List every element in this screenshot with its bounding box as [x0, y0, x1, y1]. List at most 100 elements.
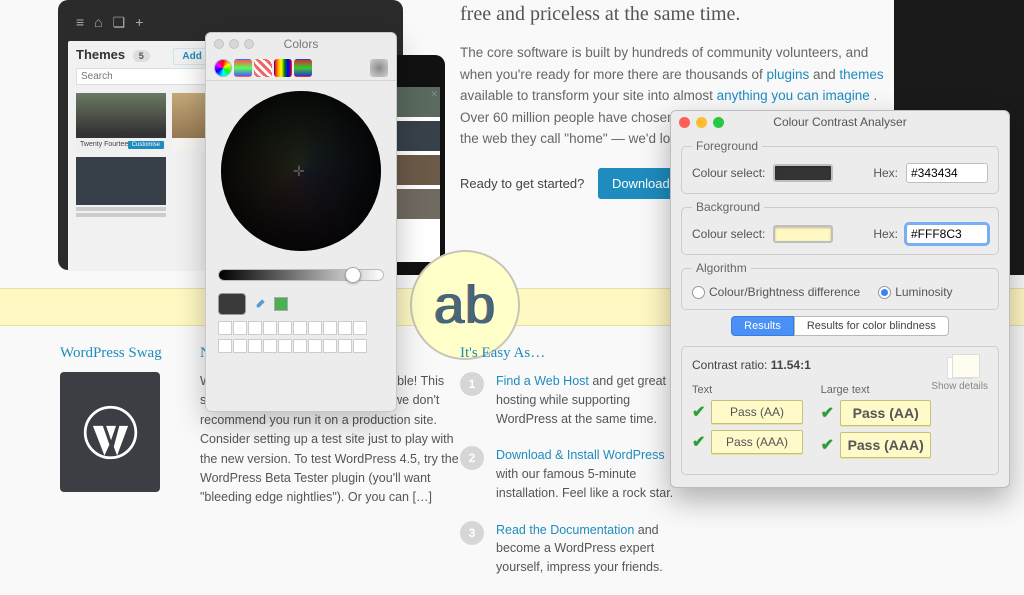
saved-swatch[interactable]	[274, 297, 288, 311]
swatch-slot[interactable]	[323, 339, 337, 353]
large-text-heading: Large text	[821, 384, 932, 396]
swag-column: WordPress Swag	[60, 345, 170, 508]
step-badge: 1	[460, 372, 484, 396]
swatch-slot[interactable]	[293, 339, 307, 353]
swatch-slot[interactable]	[248, 339, 262, 353]
swatch-slot[interactable]	[323, 321, 337, 335]
crosshair-icon[interactable]: ✛	[293, 163, 309, 179]
pass-aaa-large-badge: Pass (AAA)	[840, 432, 931, 458]
swatch-slot[interactable]	[308, 339, 322, 353]
window-close-icon[interactable]	[679, 117, 690, 128]
algorithm-group: Algorithm Colour/Brightness difference L…	[681, 261, 999, 310]
swatch-slot[interactable]	[248, 321, 262, 335]
fg-select-label: Colour select:	[692, 166, 765, 180]
palettes-tab-icon[interactable]	[254, 59, 272, 77]
window-dot[interactable]	[229, 39, 239, 49]
macos-color-picker[interactable]: Colors ✛	[205, 32, 397, 412]
bg-select-label: Colour select:	[692, 227, 765, 241]
picker-title: Colors	[284, 37, 319, 51]
check-icon: ✔	[821, 435, 834, 455]
pages-icon	[947, 357, 973, 379]
swatch-slot[interactable]	[338, 321, 352, 335]
picker-settings-icon[interactable]	[370, 59, 388, 77]
window-zoom-icon[interactable]	[713, 117, 724, 128]
swatch-slot[interactable]	[308, 321, 322, 335]
swatch-slot[interactable]	[278, 339, 292, 353]
easy-column: It's Easy As… 1 Find a Web Host and get …	[460, 345, 680, 595]
close-icon[interactable]: ✕	[430, 89, 438, 100]
results-tabs[interactable]: Results Results for color blindness	[671, 316, 1009, 336]
swatch-slot[interactable]	[233, 321, 247, 335]
color-wheel[interactable]: ✛	[221, 91, 381, 251]
wp-headline: free and priceless at the same time.	[460, 0, 900, 28]
easy-heading: It's Easy As…	[460, 345, 680, 362]
swatch-slot[interactable]	[353, 321, 367, 335]
swatch-slot[interactable]	[338, 339, 352, 353]
check-icon: ✔	[821, 403, 834, 423]
step-link[interactable]: Download & Install WordPress	[496, 448, 665, 462]
step-badge: 3	[460, 521, 484, 545]
color-wheel-tab-icon[interactable]	[214, 59, 232, 77]
window-dot[interactable]	[214, 39, 224, 49]
colour-contrast-analyser-window[interactable]: Colour Contrast Analyser Foreground Colo…	[670, 110, 1010, 488]
swatch-slot[interactable]	[263, 321, 277, 335]
cca-title: Colour Contrast Analyser	[773, 115, 906, 129]
pass-aa-large-badge: Pass (AA)	[840, 400, 931, 426]
radio-icon[interactable]	[878, 286, 891, 299]
slider-knob[interactable]	[345, 267, 361, 283]
check-icon: ✔	[692, 402, 705, 422]
algo-option-brightness[interactable]: Colour/Brightness difference	[692, 285, 860, 299]
tab-color-blindness[interactable]: Results for color blindness	[794, 316, 949, 336]
spectrum-tab-icon[interactable]	[274, 59, 292, 77]
swatch-slot[interactable]	[218, 339, 232, 353]
theme-thumb[interactable]: Twenty Fourteen Customise	[76, 93, 166, 151]
bg-hex-input[interactable]	[906, 224, 988, 244]
tab-results[interactable]: Results	[731, 316, 794, 336]
swatch-slot[interactable]	[218, 321, 232, 335]
bg-hex-label: Hex:	[873, 227, 898, 241]
swatch-slot[interactable]	[233, 339, 247, 353]
bg-color-well[interactable]	[773, 225, 833, 243]
step-link[interactable]: Find a Web Host	[496, 374, 589, 388]
background-group: Background Colour select: Hex:	[681, 200, 999, 255]
brightness-slider[interactable]	[218, 269, 384, 281]
swatch-slot[interactable]	[353, 339, 367, 353]
customise-button[interactable]: Customise	[128, 141, 164, 149]
comment-icon: ❏	[113, 14, 126, 31]
fg-hex-label: Hex:	[873, 166, 898, 180]
window-dot[interactable]	[244, 39, 254, 49]
swatch-slot[interactable]	[263, 339, 277, 353]
window-minimize-icon[interactable]	[696, 117, 707, 128]
imagine-link[interactable]: anything you can imagine	[717, 88, 870, 103]
swatch-slot[interactable]	[278, 321, 292, 335]
fg-color-well[interactable]	[773, 164, 833, 182]
crayons-tab-icon[interactable]	[294, 59, 312, 77]
current-color-swatch[interactable]	[218, 293, 246, 315]
eyedropper-icon[interactable]	[252, 296, 268, 312]
swag-heading[interactable]: WordPress Swag	[60, 345, 170, 362]
ratio-value: 11.54:1	[771, 358, 811, 372]
home-icon: ⌂	[94, 14, 102, 31]
menu-icon: ≡	[76, 14, 84, 31]
check-icon: ✔	[692, 432, 705, 452]
algo-option-luminosity[interactable]: Luminosity	[878, 285, 952, 299]
text-heading: Text	[692, 384, 803, 396]
plus-icon: +	[135, 14, 143, 31]
radio-icon[interactable]	[692, 286, 705, 299]
fg-hex-input[interactable]	[906, 163, 988, 183]
wordpress-logo-icon	[83, 405, 138, 460]
ready-text: Ready to get started?	[460, 176, 584, 191]
swag-tshirt[interactable]	[60, 372, 160, 492]
theme-thumb[interactable]	[76, 157, 166, 205]
magnifier-lens: ab	[410, 250, 520, 360]
pass-aaa-badge: Pass (AAA)	[711, 430, 802, 454]
swatch-slot[interactable]	[293, 321, 307, 335]
themes-link[interactable]: themes	[839, 67, 883, 82]
plugins-link[interactable]: plugins	[767, 67, 810, 82]
pass-aa-badge: Pass (AA)	[711, 400, 802, 424]
step-badge: 2	[460, 446, 484, 470]
sliders-tab-icon[interactable]	[234, 59, 252, 77]
step-link[interactable]: Read the Documentation	[496, 523, 634, 537]
foreground-group: Foreground Colour select: Hex:	[681, 139, 999, 194]
show-details-button[interactable]: Show details	[931, 357, 988, 392]
